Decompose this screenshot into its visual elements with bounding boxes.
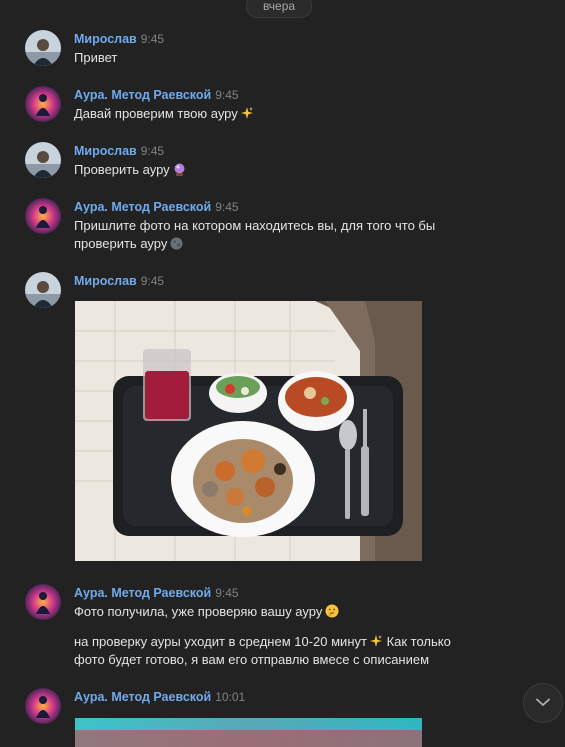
avatar-aura[interactable] bbox=[25, 86, 61, 122]
moon-icon bbox=[170, 237, 183, 250]
message-header: Аура. Метод Раевской 9:45 bbox=[74, 586, 239, 600]
author-name[interactable]: Аура. Метод Раевской bbox=[74, 88, 211, 102]
sparkles-icon bbox=[369, 635, 383, 648]
message-text: Пришлите фото на котором находитесь вы, … bbox=[74, 217, 474, 253]
sparkles-icon bbox=[240, 107, 254, 120]
timestamp: 9:45 bbox=[140, 274, 165, 288]
author-name[interactable]: Мирослав bbox=[74, 32, 137, 46]
photo-attachment[interactable] bbox=[75, 301, 422, 566]
message-text: на проверку ауры уходит в среднем 10-20 … bbox=[74, 633, 474, 669]
avatar-aura[interactable] bbox=[25, 198, 61, 234]
message-text-content: Давай проверим твою ауру bbox=[74, 106, 238, 121]
author-name[interactable]: Аура. Метод Раевской bbox=[74, 586, 211, 600]
timestamp: 10:01 bbox=[215, 690, 246, 704]
message-text-content: проверить ауру bbox=[74, 236, 168, 251]
timestamp: 9:45 bbox=[215, 586, 239, 600]
message-text: Давай проверим твою ауру bbox=[74, 105, 474, 123]
author-name[interactable]: Аура. Метод Раевской bbox=[74, 200, 211, 214]
message-text-content: Фото получила, уже проверяю вашу ауру bbox=[74, 604, 323, 619]
message-text-line: проверить ауру bbox=[74, 235, 474, 253]
message-text-content: на проверку ауры уходит в среднем 10-20 … bbox=[74, 634, 367, 649]
message-header: Аура. Метод Раевской 9:45 bbox=[74, 88, 239, 102]
timestamp: 9:45 bbox=[215, 200, 239, 214]
timestamp: 9:45 bbox=[140, 32, 165, 46]
message-text-line: фото будет готово, я вам его отправлю вм… bbox=[74, 652, 430, 667]
timestamp: 9:45 bbox=[140, 144, 165, 158]
scroll-down-button[interactable] bbox=[523, 683, 563, 723]
message-text-line: Пришлите фото на котором находитесь вы, … bbox=[74, 218, 436, 233]
message-text: Привет bbox=[74, 50, 118, 65]
message-header: Мирослав 9:45 bbox=[74, 32, 164, 46]
message-header: Аура. Метод Раевской 9:45 bbox=[74, 200, 239, 214]
message-text: Фото получила, уже проверяю вашу ауру bbox=[74, 603, 474, 621]
message-text: Проверить ауру bbox=[74, 161, 474, 179]
message-header: Мирослав 9:45 bbox=[74, 144, 164, 158]
photo-attachment[interactable] bbox=[75, 718, 422, 747]
avatar-aura[interactable] bbox=[25, 584, 61, 620]
date-divider: вчера bbox=[246, 0, 312, 18]
avatar-miroslav[interactable] bbox=[25, 142, 61, 178]
message-text-content: Проверить ауру bbox=[74, 162, 170, 177]
message-header: Аура. Метод Раевской 10:01 bbox=[74, 690, 245, 704]
message-text-content: Как только bbox=[386, 634, 451, 649]
message-header: Мирослав 9:45 bbox=[74, 274, 164, 288]
chat-feed: вчера Мирослав 9:45 Привет Аура. Метод Р… bbox=[0, 0, 565, 747]
avatar-miroslav[interactable] bbox=[25, 30, 61, 66]
author-name[interactable]: Мирослав bbox=[74, 144, 137, 158]
avatar-miroslav[interactable] bbox=[25, 272, 61, 308]
message-text-line: на проверку ауры уходит в среднем 10-20 … bbox=[74, 633, 474, 651]
crystal-ball-icon bbox=[173, 163, 186, 176]
author-name[interactable]: Аура. Метод Раевской bbox=[74, 690, 211, 704]
timestamp: 9:45 bbox=[215, 88, 239, 102]
author-name[interactable]: Мирослав bbox=[74, 274, 137, 288]
chevron-down-icon bbox=[536, 694, 550, 712]
avatar-aura[interactable] bbox=[25, 688, 61, 724]
thinking-face-icon bbox=[325, 604, 339, 618]
